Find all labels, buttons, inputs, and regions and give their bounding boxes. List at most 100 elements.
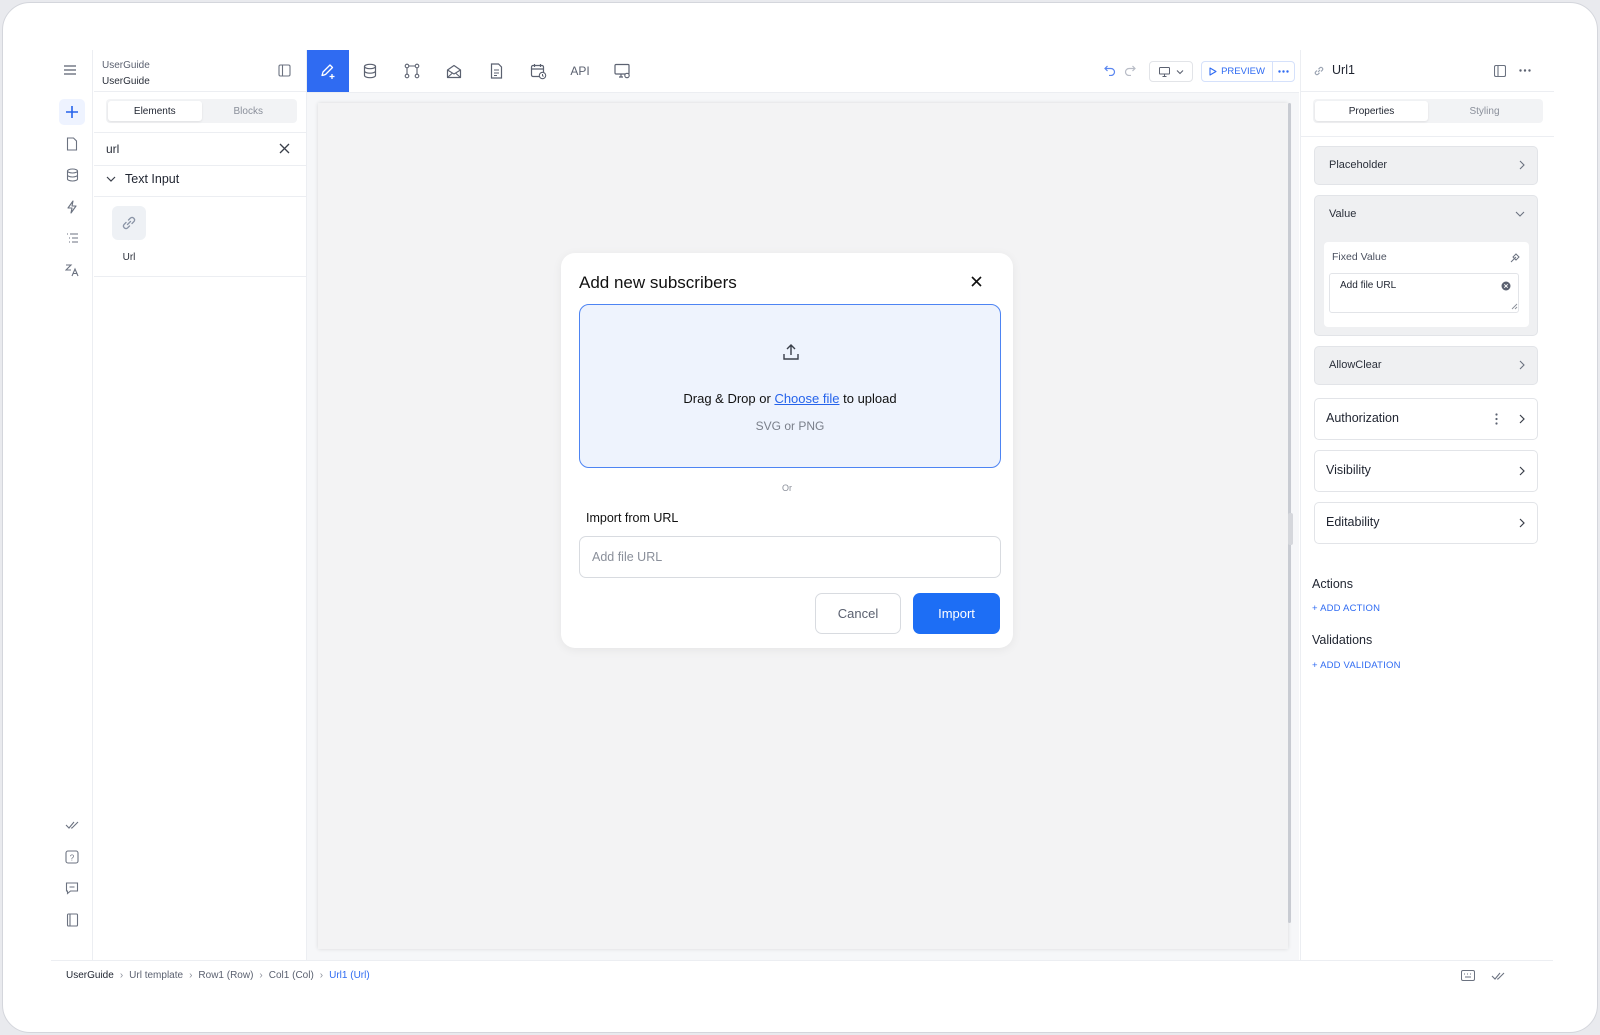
clear-icon[interactable] <box>1501 281 1511 291</box>
chevron-right-icon: › <box>189 970 193 981</box>
translate-icon[interactable] <box>59 257 85 283</box>
tab-elements[interactable]: Elements <box>108 101 202 121</box>
add-subscribers-modal: Add new subscribers Drag & Drop or Choos… <box>561 253 1013 648</box>
breadcrumb-item[interactable]: Col1 (Col) <box>269 970 314 981</box>
tab-properties[interactable]: Properties <box>1315 101 1428 121</box>
breadcrumb-item-current[interactable]: Url1 (Url) <box>329 970 370 981</box>
cancel-button[interactable]: Cancel <box>815 593 901 634</box>
email-button[interactable] <box>433 50 475 92</box>
more-options-icon[interactable] <box>1273 62 1294 81</box>
collapse-panel-icon[interactable] <box>278 64 291 77</box>
resize-handle[interactable] <box>1288 513 1293 545</box>
editability-section[interactable]: Editability <box>1314 502 1538 544</box>
undo-icon[interactable] <box>1104 65 1116 76</box>
calendar-clock-icon <box>530 63 547 80</box>
app-window: ? UserGuide UserGuide Elements Blocks ur… <box>2 2 1598 1033</box>
help-icon[interactable]: ? <box>59 844 85 870</box>
url-element-tile[interactable] <box>112 206 146 240</box>
add-element-icon[interactable] <box>59 99 85 125</box>
document-button[interactable] <box>475 50 517 92</box>
list-icon[interactable] <box>59 225 85 251</box>
preview-button[interactable]: PREVIEW <box>1202 62 1273 81</box>
dropzone-text: Drag & Drop or Choose file to upload <box>580 391 1000 406</box>
chevron-right-icon: › <box>319 970 324 981</box>
database-icon[interactable] <box>59 162 85 188</box>
monitor-gear-icon <box>613 63 631 79</box>
database-icon <box>363 63 377 79</box>
choose-file-link[interactable]: Choose file <box>774 391 839 406</box>
dropzone-prefix: Drag & Drop or <box>683 391 771 406</box>
chat-icon[interactable] <box>59 875 85 901</box>
breadcrumb-item[interactable]: Row1 (Row) <box>198 970 253 981</box>
screen-settings-button[interactable] <box>601 50 643 92</box>
keyboard-icon[interactable] <box>1461 970 1475 981</box>
properties-panel: Url1 Properties Styling Placeholder Valu… <box>1300 50 1554 960</box>
file-url-input[interactable] <box>579 536 1001 578</box>
redo-icon[interactable] <box>1124 65 1136 76</box>
modal-title: Add new subscribers <box>579 273 737 292</box>
validations-heading: Validations <box>1312 633 1373 647</box>
breadcrumb: UserGuide › Url template › Row1 (Row) › … <box>66 970 370 981</box>
or-divider: Or <box>782 483 792 493</box>
book-icon[interactable] <box>59 907 85 933</box>
group-label-text-input[interactable]: Text Input <box>125 172 179 186</box>
api-button[interactable]: API <box>559 50 601 92</box>
double-check-icon[interactable] <box>59 812 85 838</box>
link-icon <box>120 214 138 232</box>
element-search-input[interactable]: url <box>106 142 119 156</box>
more-options-icon[interactable] <box>1519 69 1531 72</box>
scheduler-button[interactable] <box>517 50 559 92</box>
chevron-right-icon: › <box>119 970 124 981</box>
chevron-down-icon <box>1176 69 1184 75</box>
editability-label: Editability <box>1326 515 1380 529</box>
breadcrumb-item[interactable]: UserGuide <box>66 970 114 981</box>
panel-layout-icon[interactable] <box>1494 65 1506 77</box>
lightning-icon[interactable] <box>59 194 85 220</box>
kebab-menu-icon[interactable] <box>1495 413 1498 425</box>
elements-panel: UserGuide UserGuide Elements Blocks url … <box>94 50 307 960</box>
value-section: Value Fixed Value Add file URL <box>1314 195 1538 336</box>
chevron-right-icon <box>1519 360 1525 370</box>
desktop-icon <box>1158 66 1170 77</box>
device-select[interactable] <box>1149 61 1193 82</box>
tab-styling[interactable]: Styling <box>1428 101 1541 121</box>
tab-blocks[interactable]: Blocks <box>202 101 296 121</box>
value-label[interactable]: Value <box>1329 208 1356 220</box>
play-icon <box>1209 67 1217 76</box>
dynamic-value-icon[interactable] <box>1510 253 1520 263</box>
data-button[interactable] <box>349 50 391 92</box>
add-action-link[interactable]: + ADD ACTION <box>1312 603 1380 614</box>
workflow-icon <box>404 63 420 79</box>
breadcrumb-item[interactable]: Url template <box>129 970 183 981</box>
design-mode-button[interactable] <box>307 50 349 92</box>
import-url-label: Import from URL <box>586 511 679 525</box>
chevron-right-icon <box>1519 518 1525 528</box>
authorization-section[interactable]: Authorization <box>1314 398 1538 440</box>
resize-grip-icon[interactable] <box>1511 303 1518 310</box>
add-validation-link[interactable]: + ADD VALIDATION <box>1312 660 1401 671</box>
clear-search-icon[interactable] <box>279 143 290 154</box>
import-button[interactable]: Import <box>913 593 1000 634</box>
chevron-right-icon <box>1519 414 1525 424</box>
allowclear-section[interactable]: AllowClear <box>1314 346 1538 385</box>
pages-icon[interactable] <box>59 131 85 157</box>
component-name[interactable]: Url1 <box>1332 63 1355 77</box>
chevron-down-icon[interactable] <box>1515 211 1525 217</box>
visibility-label: Visibility <box>1326 463 1371 477</box>
chevron-down-icon[interactable] <box>106 175 116 183</box>
preview-group: PREVIEW <box>1201 61 1295 82</box>
double-check-icon[interactable] <box>1491 971 1505 981</box>
document-icon <box>490 63 503 79</box>
placeholder-section[interactable]: Placeholder <box>1314 146 1538 185</box>
fixed-value-textarea[interactable]: Add file URL <box>1329 273 1519 313</box>
file-dropzone[interactable]: Drag & Drop or Choose file to upload SVG… <box>579 304 1001 468</box>
actions-heading: Actions <box>1312 577 1353 591</box>
workflow-button[interactable] <box>391 50 433 92</box>
allowclear-label: AllowClear <box>1329 359 1382 371</box>
placeholder-label: Placeholder <box>1329 159 1388 171</box>
top-toolbar: API PREVIEW <box>307 50 1299 93</box>
visibility-section[interactable]: Visibility <box>1314 450 1538 492</box>
preview-label: PREVIEW <box>1221 66 1265 77</box>
close-icon[interactable] <box>971 276 982 287</box>
chevron-right-icon: › <box>259 970 263 981</box>
